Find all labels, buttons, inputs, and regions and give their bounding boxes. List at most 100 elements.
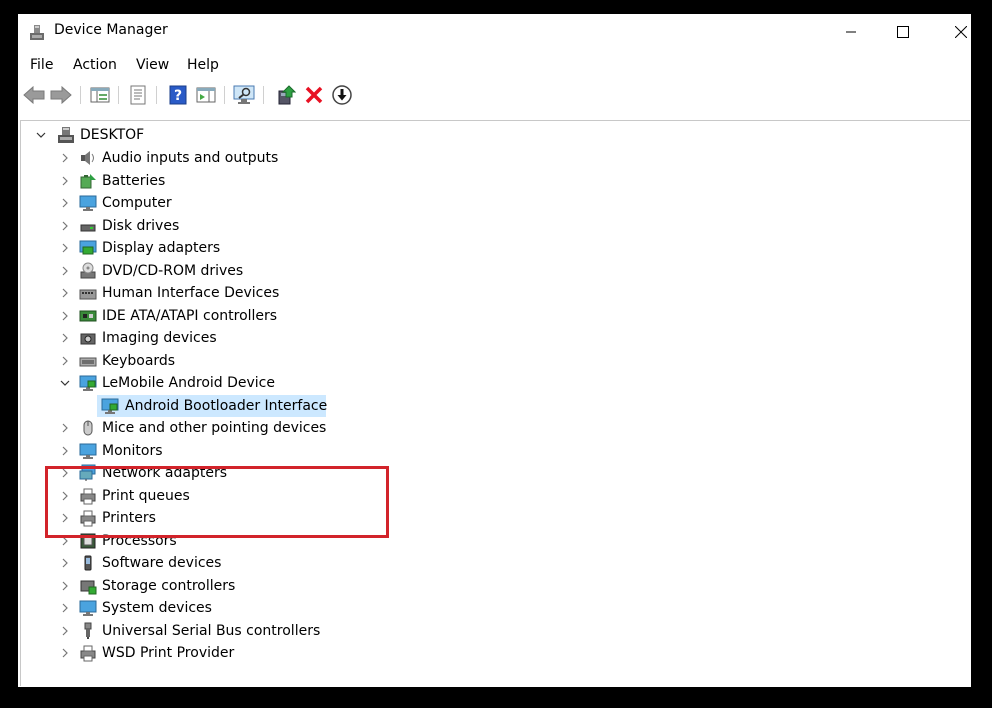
tree-category[interactable]: System devices <box>59 597 379 619</box>
tree-category[interactable]: Keyboards <box>59 350 379 372</box>
display-adapter-icon <box>79 240 97 255</box>
tree-category-label: Imaging devices <box>102 330 217 346</box>
toolbar: ? <box>18 80 971 110</box>
maximize-button[interactable] <box>880 14 926 50</box>
tree-category-label: System devices <box>102 600 212 616</box>
tree-category[interactable]: IDE ATA/ATAPI controllers <box>59 305 379 327</box>
computer-icon <box>79 195 97 211</box>
storage-controller-icon <box>80 580 97 594</box>
tree-category[interactable]: Audio inputs and outputs <box>59 147 379 169</box>
chevron-right-icon[interactable] <box>59 215 71 237</box>
tree-category[interactable]: Universal Serial Bus controllers <box>59 620 379 642</box>
tree-category-label: Disk drives <box>102 217 180 234</box>
scan-for-hardware-changes-icon <box>233 85 255 104</box>
menu-action[interactable]: Action <box>73 57 117 73</box>
console-tree-button[interactable] <box>88 83 112 107</box>
system-device-icon <box>79 600 97 616</box>
action-pane-button[interactable] <box>194 83 218 107</box>
tree-device-item[interactable]: Android Bootloader Interface <box>97 394 328 417</box>
chevron-right-icon[interactable] <box>59 417 71 439</box>
tree-root-label: DESKTOF <box>80 127 145 143</box>
tree-category[interactable]: Monitors <box>59 440 379 462</box>
tree-category-label: WSD Print Provider <box>102 645 235 661</box>
forward-button[interactable] <box>49 83 73 107</box>
tree-category[interactable]: Human Interface Devices <box>59 282 379 304</box>
chevron-right-icon[interactable] <box>59 620 71 642</box>
tree-category-label: Batteries <box>102 172 166 189</box>
chevron-right-icon[interactable] <box>59 237 71 259</box>
chevron-right-icon[interactable] <box>59 350 71 372</box>
close-button[interactable] <box>938 14 971 50</box>
properties-button[interactable] <box>126 83 150 107</box>
mouse-icon <box>83 420 93 436</box>
scan-hardware-button[interactable] <box>232 83 256 107</box>
chevron-right-icon[interactable] <box>59 170 71 192</box>
tree-category[interactable]: Display adapters <box>59 237 379 259</box>
chevron-right-icon[interactable] <box>59 440 71 462</box>
chevron-right-icon[interactable] <box>59 260 71 282</box>
disable-device-button[interactable] <box>330 83 354 107</box>
hid-icon <box>79 289 97 300</box>
tree-category-label: Mice and other pointing devices <box>102 420 327 436</box>
tree-category-label: Software devices <box>102 555 222 571</box>
help-button[interactable]: ? <box>166 83 190 107</box>
properties-icon <box>130 85 146 105</box>
disk-drive-icon <box>80 224 96 231</box>
chevron-right-icon[interactable] <box>59 305 71 327</box>
tree-category-label: Keyboards <box>102 352 176 369</box>
chevron-right-icon[interactable] <box>59 282 71 304</box>
tree-category[interactable]: Computer <box>59 192 379 214</box>
tree-category-label: Monitors <box>102 442 163 459</box>
chevron-down-icon[interactable] <box>35 124 47 146</box>
tree-category[interactable]: WSD Print Provider <box>59 642 379 664</box>
close-icon <box>955 26 967 38</box>
menu-view[interactable]: View <box>136 57 169 73</box>
chevron-right-icon[interactable] <box>59 327 71 349</box>
chevron-right-icon[interactable] <box>59 552 71 574</box>
tree-category[interactable]: Imaging devices <box>59 327 379 349</box>
toolbar-separator <box>263 86 264 104</box>
back-button[interactable] <box>22 83 46 107</box>
menu-file[interactable]: File <box>30 57 53 73</box>
monitor-icon <box>79 443 97 459</box>
annotation-highlight-box <box>45 466 389 538</box>
chevron-down-icon[interactable] <box>59 372 71 394</box>
tree-category-label: Audio inputs and outputs <box>102 150 279 166</box>
keyboard-icon <box>79 357 97 366</box>
software-device-icon <box>84 555 92 571</box>
title-bar[interactable]: Device Manager <box>18 14 971 50</box>
tree-category[interactable]: LeMobile Android Device <box>59 372 379 394</box>
chevron-right-icon[interactable] <box>59 597 71 619</box>
forward-arrow-icon <box>50 86 72 104</box>
toolbar-separator <box>118 86 119 104</box>
computer-desktop-icon <box>58 127 74 143</box>
tree-category[interactable]: Disk drives <box>59 215 379 237</box>
tree-device-label: Android Bootloader Interface <box>125 397 328 414</box>
tree-root[interactable]: DESKTOF <box>35 124 235 146</box>
update-driver-button[interactable] <box>274 83 298 107</box>
tree-category[interactable]: Storage controllers <box>59 575 379 597</box>
tree-category-label: Human Interface Devices <box>102 285 280 301</box>
menu-help[interactable]: Help <box>187 57 219 73</box>
device-manager-window: Device Manager File Action View Help ? D… <box>18 14 971 687</box>
usb-icon <box>84 622 92 639</box>
chevron-right-icon[interactable] <box>59 147 71 169</box>
show-action-pane-icon <box>196 87 216 103</box>
tree-category-label: Display adapters <box>102 240 221 256</box>
chevron-right-icon[interactable] <box>59 642 71 664</box>
toolbar-separator <box>80 86 81 104</box>
tree-category-label: Storage controllers <box>102 577 236 594</box>
back-arrow-icon <box>23 86 45 104</box>
chevron-right-icon[interactable] <box>59 575 71 597</box>
device-tree[interactable]: DESKTOF Audio inputs and outputs Batterie… <box>20 120 970 686</box>
tree-category[interactable]: Mice and other pointing devices <box>59 417 379 439</box>
uninstall-device-button[interactable] <box>302 83 326 107</box>
speaker-icon <box>81 151 94 165</box>
wsd-print-icon <box>80 645 96 662</box>
minimize-button[interactable] <box>828 14 874 50</box>
tree-category[interactable]: Batteries <box>59 170 379 192</box>
tree-category[interactable]: DVD/CD-ROM drives <box>59 260 379 282</box>
maximize-icon <box>897 26 909 38</box>
tree-category[interactable]: Software devices <box>59 552 379 574</box>
chevron-right-icon[interactable] <box>59 192 71 214</box>
